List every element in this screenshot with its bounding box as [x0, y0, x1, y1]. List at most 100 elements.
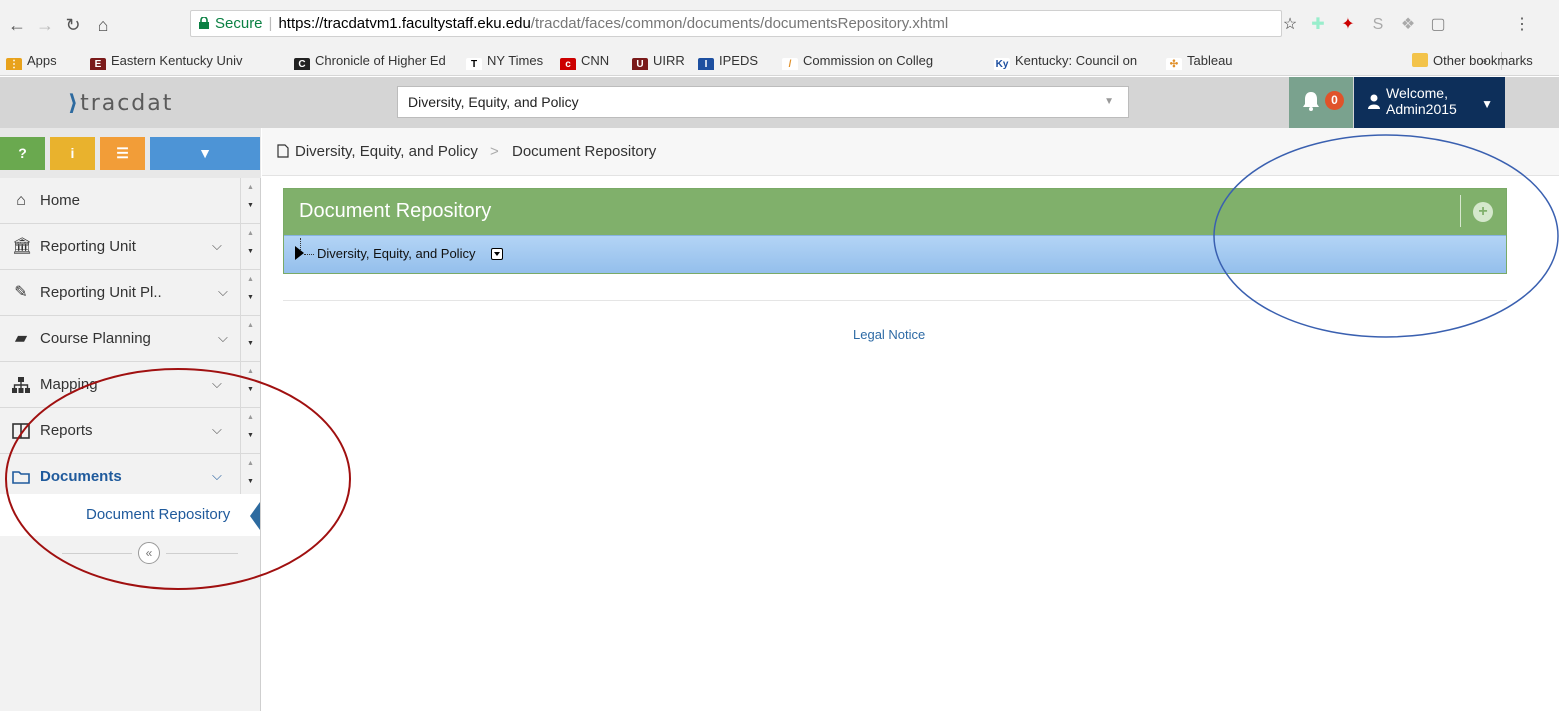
folder-icon: [1412, 53, 1428, 67]
address-bar[interactable]: Secure | https://tracdatvm1.facultystaff.e…: [190, 10, 1282, 37]
bookmark-nytimes[interactable]: T NY Times: [466, 52, 556, 70]
logo-arrow-icon: ⟩: [68, 91, 81, 116]
scroll-handle[interactable]: ▲ ▼: [240, 270, 260, 316]
notification-badge: 0: [1325, 91, 1344, 110]
institution-icon: 🏛: [12, 238, 33, 255]
bookmarks-bar: ⋮ Apps E Eastern Kentucky Univ C Chronicle …: [0, 46, 1559, 76]
bookmark-kentucky-council[interactable]: Ky Kentucky: Council on: [994, 52, 1154, 70]
forward-arrow-icon[interactable]: →: [34, 14, 56, 36]
ky-icon: Ky: [994, 58, 1010, 70]
bookmark-chronicle[interactable]: C Chronicle of Higher Ed: [294, 52, 462, 70]
sidebar-item-reports[interactable]: Reports ⌵ ▲ ▼: [0, 408, 260, 454]
screen: ← → ↻ ⌂ Secure | https://tracdatvm1.facult…: [0, 0, 1559, 711]
url-host: https://tracdatvm1.facultystaff.eku.edu: [278, 15, 531, 32]
chevron-down-icon: ⌵: [212, 468, 222, 483]
info-button[interactable]: i: [50, 137, 95, 170]
filter-button[interactable]: ▼: [150, 137, 260, 170]
bookmark-tableau[interactable]: ✣ Tableau: [1166, 52, 1246, 70]
home-icon: ⌂: [16, 192, 26, 209]
tree-node-label[interactable]: Diversity, Equity, and Policy: [317, 246, 475, 261]
bell-icon: [1303, 92, 1319, 111]
browser-toolbar: ← → ↻ ⌂ Secure | https://tracdatvm1.facult…: [0, 6, 1559, 46]
sidebar-item-course-planning[interactable]: ▰ Course Planning ⌵ ▲ ▼: [0, 316, 260, 362]
user-icon: [1368, 94, 1380, 109]
collapse-divider: [62, 553, 132, 554]
collapse-divider: [166, 553, 238, 554]
bookmark-apps[interactable]: ⋮ Apps: [6, 52, 76, 70]
reload-icon[interactable]: ↻: [62, 14, 84, 36]
chevron-up-icon: ▲: [247, 230, 254, 237]
bookmark-eku[interactable]: E Eastern Kentucky Univ: [90, 52, 280, 70]
address-separator: |: [268, 15, 273, 32]
uirr-icon: U: [632, 58, 648, 70]
sidebar: ? i ☰ ▼ ⌂ Home ▲ ▼ 🏛 Reporting Unit ⌵ ▲ ▼ …: [0, 128, 261, 711]
chevron-down-icon: ⌵: [218, 284, 228, 299]
scroll-handle[interactable]: ▲ ▼: [240, 316, 260, 362]
active-indicator: [250, 502, 260, 530]
add-document-button[interactable]: +: [1473, 202, 1493, 222]
back-arrow-icon[interactable]: ←: [6, 14, 28, 36]
help-button[interactable]: ?: [0, 137, 45, 170]
select-caret-icon: ▼: [1104, 96, 1114, 107]
scroll-handle[interactable]: ▲ ▼: [240, 224, 260, 270]
sidebar-item-reporting-unit[interactable]: 🏛 Reporting Unit ⌵ ▲ ▼: [0, 224, 260, 270]
expand-triangle-icon[interactable]: [295, 246, 304, 260]
bookmark-commission[interactable]: / Commission on Colleg: [782, 52, 982, 70]
chronicle-icon: C: [294, 58, 310, 70]
acrobat-icon[interactable]: ✦: [1338, 15, 1358, 35]
sidebar-item-home[interactable]: ⌂ Home ▲ ▼: [0, 178, 260, 224]
tableau-icon: ✣: [1166, 58, 1182, 70]
sidebar-item-mapping[interactable]: Mapping ⌵ ▲ ▼: [0, 362, 260, 408]
scroll-handle[interactable]: ▲ ▼: [240, 362, 260, 408]
chevron-up-icon: ▲: [247, 322, 254, 329]
ipeds-icon: I: [698, 58, 714, 70]
sidebar-toolbar: ? i ☰ ▼: [0, 128, 261, 178]
bookmark-ipeds[interactable]: I IPEDS: [698, 52, 778, 70]
apps-grid-icon: ⋮: [6, 58, 22, 70]
bookmark-uirr[interactable]: U UIRR: [632, 52, 702, 70]
chevron-up-icon: ▲: [247, 414, 254, 421]
bookmark-cnn[interactable]: c CNN: [560, 52, 628, 70]
sidebar-item-reporting-unit-planning[interactable]: ✎ Reporting Unit Pl.. ⌵ ▲ ▼: [0, 270, 260, 316]
skype-icon[interactable]: S: [1368, 15, 1388, 35]
extension-plus-icon[interactable]: ✚: [1308, 15, 1328, 35]
chevron-down-icon: ⌵: [212, 422, 222, 437]
tracdat-logo[interactable]: ⟩tracdat: [68, 91, 173, 116]
chevron-down-icon: ▼: [247, 294, 254, 301]
legal-notice-link[interactable]: Legal Notice: [853, 327, 925, 342]
list-button[interactable]: ☰: [100, 137, 145, 170]
tree-connector: [304, 254, 314, 255]
menu-kebab-icon[interactable]: ⋮: [1512, 15, 1532, 35]
chevron-down-icon: ⌵: [212, 376, 222, 391]
nytimes-icon: T: [466, 58, 482, 70]
panel-header: Document Repository +: [284, 189, 1506, 235]
notifications-button[interactable]: 0: [1289, 77, 1353, 128]
book-icon: ▰: [14, 330, 28, 347]
extension-square-icon[interactable]: ▢: [1428, 15, 1448, 35]
chevron-down-icon: ⌵: [212, 238, 222, 253]
chevron-down-icon: ▼: [247, 478, 254, 485]
chevron-up-icon: ▲: [247, 276, 254, 283]
chevron-down-icon: ▼: [247, 202, 254, 209]
breadcrumb-separator: >: [490, 143, 499, 160]
tree-row[interactable]: Diversity, Equity, and Policy: [284, 235, 1506, 273]
cnn-icon: c: [560, 58, 576, 70]
document-repository-panel: Document Repository + Diversity, Equity,…: [283, 188, 1507, 274]
reporting-unit-select[interactable]: Diversity, Equity, and Policy ▼: [397, 86, 1129, 118]
scroll-handle[interactable]: ▲ ▼: [240, 408, 260, 454]
other-bookmarks[interactable]: Other bookmarks: [1412, 52, 1552, 70]
dropbox-icon[interactable]: ❖: [1398, 15, 1418, 35]
node-menu-icon[interactable]: [491, 248, 503, 260]
url-path: /tracdat/faces/common/documents/document…: [530, 15, 949, 32]
breadcrumb-unit[interactable]: Diversity, Equity, and Policy: [295, 143, 478, 160]
home-page-icon[interactable]: ⌂: [92, 14, 114, 36]
collapse-sidebar-button[interactable]: «: [138, 542, 160, 564]
chevron-down-icon: ⌵: [218, 330, 228, 345]
sidebar-subitem-document-repository[interactable]: Document Repository: [0, 494, 260, 536]
chevron-up-icon: ▲: [247, 460, 254, 467]
user-menu[interactable]: Welcome, Admin2015 ▼: [1354, 77, 1505, 128]
chevron-down-icon: ▼: [247, 340, 254, 347]
scroll-handle[interactable]: ▲ ▼: [240, 178, 260, 224]
panel-title: Document Repository: [299, 200, 492, 222]
star-bookmark-icon[interactable]: ☆: [1280, 15, 1300, 35]
